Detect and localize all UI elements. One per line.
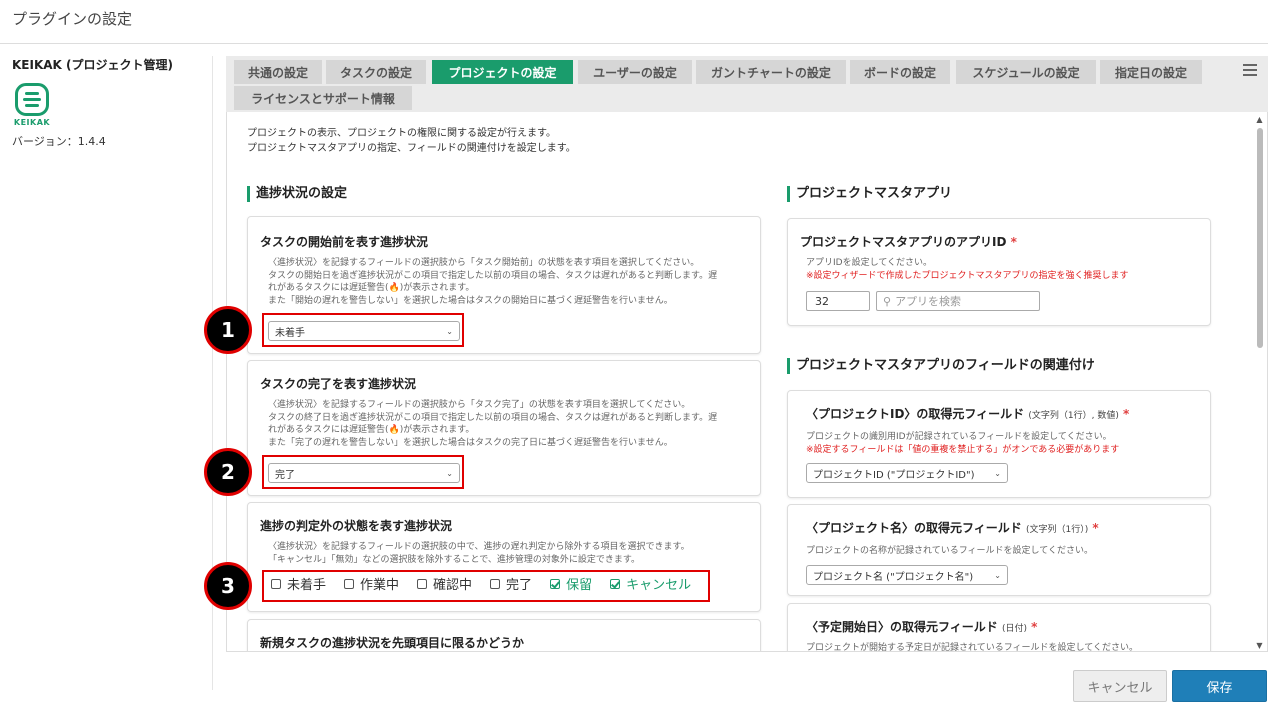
step-marker-3: 3: [204, 562, 252, 610]
project-name-field-card: 〈プロジェクト名〉の取得元フィールド (文字列（1行）) * プロジェクトの名称…: [787, 504, 1211, 596]
checkbox[interactable]: [271, 578, 281, 589]
card-title: プロジェクトマスタアプリのアプリID *: [800, 235, 1017, 249]
checkbox[interactable]: [417, 578, 428, 589]
card-title: タスクの開始前を表す進捗状況: [260, 235, 429, 249]
card-description: プロジェクトが開始する予定日が記録されているフィールドを設定してください。: [806, 643, 1139, 652]
card-title: 進捗の判定外の状態を表す進捗状況: [260, 519, 453, 533]
checkbox[interactable]: [490, 578, 501, 589]
content-scrollbar[interactable]: ▲ ▼: [1255, 116, 1264, 650]
tab-common[interactable]: 共通の設定: [234, 60, 322, 84]
tab-board[interactable]: ボードの設定: [850, 60, 950, 84]
card-title: 〈予定開始日〉の取得元フィールド (日付) *: [806, 620, 1038, 634]
exclude-status-options: 未着手 作業中 確認中 完了 保留 キャンセル: [271, 574, 709, 593]
card-description: 〈進捗状況〉を記録するフィールドの選択肢から「タスク完了」の状態を表す項目を選択…: [268, 400, 718, 448]
app-id-input[interactable]: 32: [806, 291, 870, 311]
logo-text: KEIKAK: [13, 118, 51, 127]
card-title: 〈プロジェクト名〉の取得元フィールド (文字列（1行）) *: [806, 521, 1099, 535]
save-button[interactable]: 保存: [1172, 670, 1267, 702]
checkbox-checked[interactable]: [610, 578, 621, 589]
card-title: タスクの完了を表す進捗状況: [260, 377, 417, 391]
plugin-sidebar: KEIKAK (プロジェクト管理) KEIKAK バージョン：1.4.4: [12, 56, 202, 149]
scroll-down-icon[interactable]: ▼: [1255, 642, 1264, 650]
project-id-field-select[interactable]: プロジェクトID ("プロジェクトID") ⌄: [806, 463, 1008, 483]
app-id-card: プロジェクトマスタアプリのアプリID * アプリIDを設定してください。 ※設定…: [787, 218, 1211, 326]
progress-section-title: 進捗状況の設定: [247, 186, 347, 202]
highlight-box-2: [262, 455, 464, 489]
card-title: 新規タスクの進捗状況を先頭項目に限るかどうか: [260, 636, 525, 650]
tab-specified-date[interactable]: 指定日の設定: [1100, 60, 1202, 84]
search-icon: ⚲: [883, 294, 892, 308]
project-name-field-select[interactable]: プロジェクト名 ("プロジェクト名") ⌄: [806, 565, 1008, 585]
card-description: プロジェクトの名称が記録されているフィールドを設定してください。: [806, 546, 1094, 556]
field-link-section-title: プロジェクトマスタアプリのフィールドの関連付け: [787, 358, 1095, 374]
step-marker-1: 1: [204, 306, 252, 354]
tab-project[interactable]: プロジェクトの設定: [432, 60, 573, 84]
tab-gantt[interactable]: ガントチャートの設定: [696, 60, 846, 84]
intro-text: プロジェクトの表示、プロジェクトの権限に関する設定が行えます。 プロジェクトマス…: [247, 128, 576, 154]
scroll-up-icon[interactable]: ▲: [1255, 116, 1264, 124]
card-title: 〈プロジェクトID〉の取得元フィールド (文字列（1行）, 数値) *: [806, 407, 1130, 421]
checkbox-checked[interactable]: [550, 578, 561, 589]
project-start-field-card: 〈予定開始日〉の取得元フィールド (日付) * プロジェクトが開始する予定日が記…: [787, 603, 1211, 652]
tab-license-support[interactable]: ライセンスとサポート情報: [234, 86, 412, 110]
card-description: プロジェクトの識別用IDが記録されているフィールドを設定してください。 ※設定す…: [806, 432, 1120, 455]
header-divider: [0, 43, 1268, 44]
app-search-input[interactable]: ⚲ アプリを検索: [876, 291, 1040, 311]
plugin-version: バージョン：1.4.4: [12, 135, 106, 148]
highlight-box-1: [262, 313, 464, 347]
chevron-down-icon: ⌄: [994, 468, 1001, 478]
project-id-field-card: 〈プロジェクトID〉の取得元フィールド (文字列（1行）, 数値) * プロジェ…: [787, 390, 1211, 498]
card-description: 〈進捗状況〉を記録するフィールドの選択肢から「タスク開始前」の状態を表す項目を選…: [268, 258, 718, 306]
keikak-logo: KEIKAK: [12, 83, 52, 127]
tab-task[interactable]: タスクの設定: [326, 60, 426, 84]
card-description: アプリIDを設定してください。 ※設定ウィザードで作成したプロジェクトマスタアプ…: [806, 258, 1129, 281]
chevron-down-icon: ⌄: [994, 570, 1001, 580]
exclude-option-on-hold[interactable]: 保留: [550, 574, 592, 593]
plugin-name: KEIKAK (プロジェクト管理): [12, 58, 173, 72]
scrollbar-thumb[interactable]: [1257, 128, 1263, 348]
checkbox[interactable]: [344, 578, 355, 589]
page-title: プラグインの設定: [12, 10, 133, 28]
exclude-option-done[interactable]: 完了: [490, 574, 532, 593]
card-description: 〈進捗状況〉を記録するフィールドの選択肢の中で、進捗の遅れ判定から除外する項目を…: [268, 542, 690, 565]
tab-schedule[interactable]: スケジュールの設定: [956, 60, 1096, 84]
cancel-button[interactable]: キャンセル: [1073, 670, 1167, 702]
hamburger-menu-icon[interactable]: [1243, 64, 1257, 76]
exclude-option-cancel[interactable]: キャンセル: [610, 574, 691, 593]
new-task-status-card: 新規タスクの進捗状況を先頭項目に限るかどうか: [247, 619, 761, 651]
step-marker-2: 2: [204, 448, 252, 496]
exclude-option-in-progress[interactable]: 作業中: [344, 574, 399, 593]
master-app-section-title: プロジェクトマスタアプリ: [787, 186, 952, 202]
settings-tabs: 共通の設定 タスクの設定 プロジェクトの設定 ユーザーの設定 ガントチャートの設…: [226, 56, 1268, 112]
exclude-option-reviewing[interactable]: 確認中: [417, 574, 472, 593]
exclude-option-not-started[interactable]: 未着手: [271, 574, 326, 593]
tab-user[interactable]: ユーザーの設定: [578, 60, 692, 84]
